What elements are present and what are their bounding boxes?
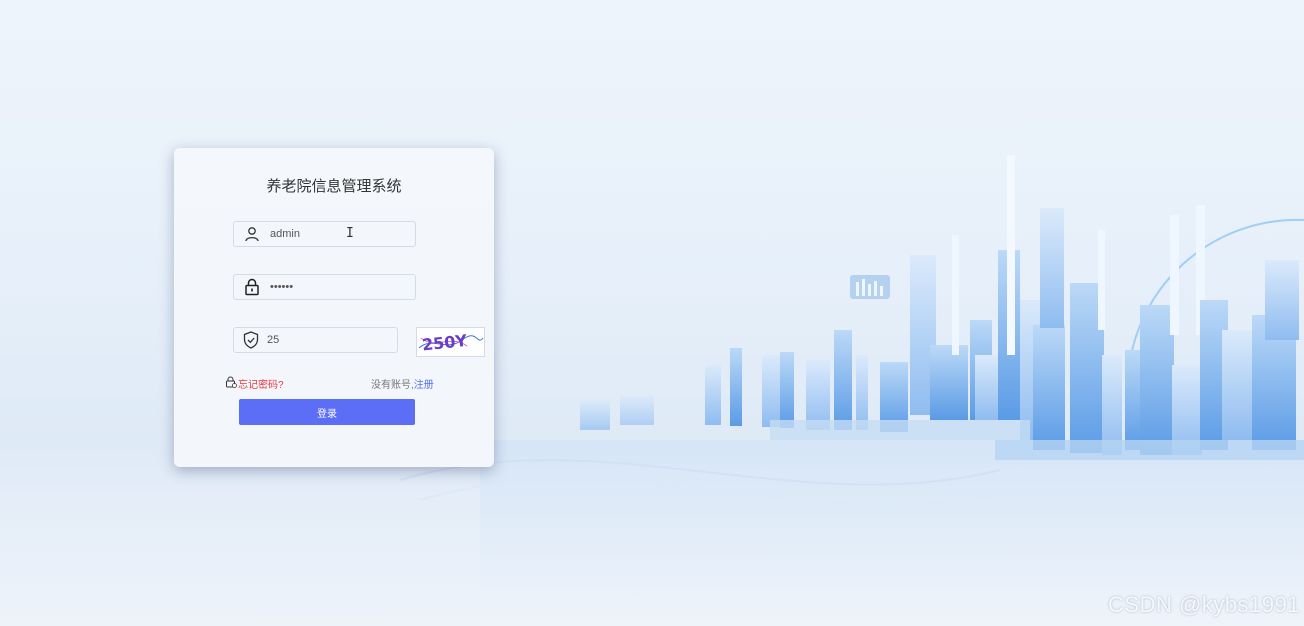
login-button[interactable]: 登录 xyxy=(239,399,415,425)
shield-check-icon xyxy=(234,328,267,352)
captcha-field[interactable] xyxy=(233,327,398,353)
captcha-text: 250Y xyxy=(421,331,468,355)
password-input[interactable] xyxy=(270,281,400,293)
forgot-password-link[interactable]: 忘记密码? xyxy=(225,376,284,391)
forgot-password-label[interactable]: 忘记密码? xyxy=(238,376,284,391)
user-icon xyxy=(234,222,270,246)
captcha-image[interactable]: 250Y xyxy=(416,327,485,357)
no-account-label: 没有账号, xyxy=(371,380,414,391)
text-cursor: I xyxy=(346,226,354,241)
register-link[interactable]: 注册 xyxy=(414,380,434,391)
captcha-input[interactable] xyxy=(267,334,397,346)
lock-icon xyxy=(234,275,270,299)
password-field[interactable] xyxy=(233,274,416,300)
lock-small-icon xyxy=(225,376,237,391)
username-input[interactable] xyxy=(270,228,400,240)
register-row: 没有账号,注册 xyxy=(371,376,434,391)
watermark: CSDN @kybs1991 xyxy=(1108,592,1300,617)
page-title: 养老院信息管理系统 xyxy=(266,178,402,195)
username-field[interactable] xyxy=(233,221,416,247)
login-card: 养老院信息管理系统 I 250Y 忘记密码? 没有账号,注册 登 xyxy=(174,148,494,467)
